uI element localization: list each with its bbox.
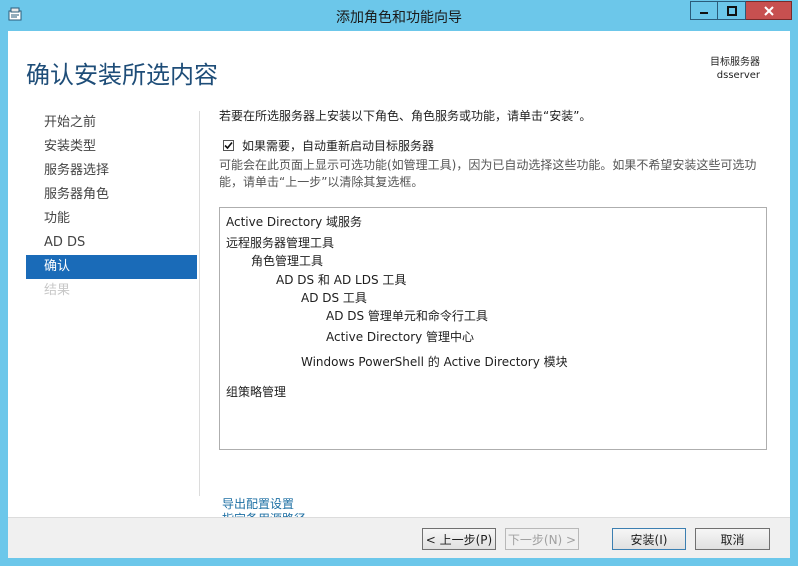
window-title: 添加角色和功能向导 <box>336 10 462 26</box>
target-server-name: dsserver <box>716 70 760 81</box>
install-button[interactable]: 安装(I) <box>612 528 686 550</box>
feature-item: AD DS 和 AD LDS 工具 <box>276 273 407 287</box>
wizard-window: 添加角色和功能向导 确认安装所选内容 目标服务器 dsserver 开始之前 安… <box>0 0 798 566</box>
restart-option[interactable]: 如果需要，自动重新启动目标服务器 <box>223 137 434 154</box>
button-bar: < 上一步(P) 下一步(N) > 安装(I) 取消 <box>8 517 790 558</box>
page-title: 确认安装所选内容 <box>26 61 218 89</box>
feature-item: Active Directory 域服务 <box>226 215 363 229</box>
note-line: 能，请单击“上一步”以清除其复选框。 <box>219 175 424 189</box>
minimize-icon <box>700 11 708 14</box>
note-line: 可能会在此页面上显示可选功能(如管理工具)，因为已自动选择这些功能。如果不希望安… <box>219 158 757 172</box>
feature-item: Windows PowerShell 的 Active Directory 模块 <box>301 355 568 369</box>
feature-item: 远程服务器管理工具 <box>226 236 335 250</box>
nav-divider <box>199 111 200 496</box>
maximize-button[interactable] <box>718 1 746 20</box>
feature-item: AD DS 工具 <box>301 291 367 305</box>
restart-checkbox[interactable] <box>223 140 234 151</box>
close-button[interactable] <box>746 1 792 20</box>
nav-item-before-you-begin[interactable]: 开始之前 <box>26 111 197 135</box>
cancel-button[interactable]: 取消 <box>695 528 770 550</box>
feature-item: 组策略管理 <box>226 385 287 399</box>
feature-list[interactable]: Active Directory 域服务 远程服务器管理工具 角色管理工具 AD… <box>219 207 767 450</box>
next-button[interactable]: 下一步(N) > <box>505 528 579 550</box>
nav-item-installation-type[interactable]: 安装类型 <box>26 135 197 159</box>
nav-item-confirmation[interactable]: 确认 <box>26 255 197 279</box>
nav-item-results: 结果 <box>44 283 71 298</box>
main-panel: 若要在所选服务器上安装以下角色、角色服务或功能，请单击“安装”。 如果需要，自动… <box>219 107 769 526</box>
target-server: 目标服务器 dsserver <box>710 56 760 82</box>
maximize-icon <box>726 5 737 16</box>
export-config-link[interactable]: 导出配置设置 <box>222 497 306 512</box>
wizard-nav: 开始之前 安装类型 服务器选择 服务器角色 功能 AD DS 确认 结果 <box>26 111 197 303</box>
nav-item-server-selection[interactable]: 服务器选择 <box>26 159 197 183</box>
title-bar[interactable]: 添加角色和功能向导 <box>0 0 798 30</box>
wizard-content: 确认安装所选内容 目标服务器 dsserver 开始之前 安装类型 服务器选择 … <box>8 31 790 526</box>
restart-checkbox-label[interactable]: 如果需要，自动重新启动目标服务器 <box>242 137 434 154</box>
optional-features-note: 可能会在此页面上显示可选功能(如管理工具)，因为已自动选择这些功能。如果不希望安… <box>219 157 764 191</box>
nav-item-features[interactable]: 功能 <box>26 207 197 231</box>
feature-item: AD DS 管理单元和命令行工具 <box>326 309 488 323</box>
nav-item-server-roles[interactable]: 服务器角色 <box>26 183 197 207</box>
feature-item: Active Directory 管理中心 <box>326 330 475 344</box>
feature-item: 角色管理工具 <box>251 254 324 268</box>
intro-text: 若要在所选服务器上安装以下角色、角色服务或功能，请单击“安装”。 <box>219 109 592 123</box>
target-server-label: 目标服务器 <box>710 57 760 68</box>
close-icon <box>763 5 774 16</box>
minimize-button[interactable] <box>690 1 718 20</box>
checkmark-icon <box>224 141 233 150</box>
previous-button[interactable]: < 上一步(P) <box>422 528 496 550</box>
nav-item-ad-ds[interactable]: AD DS <box>26 231 197 255</box>
